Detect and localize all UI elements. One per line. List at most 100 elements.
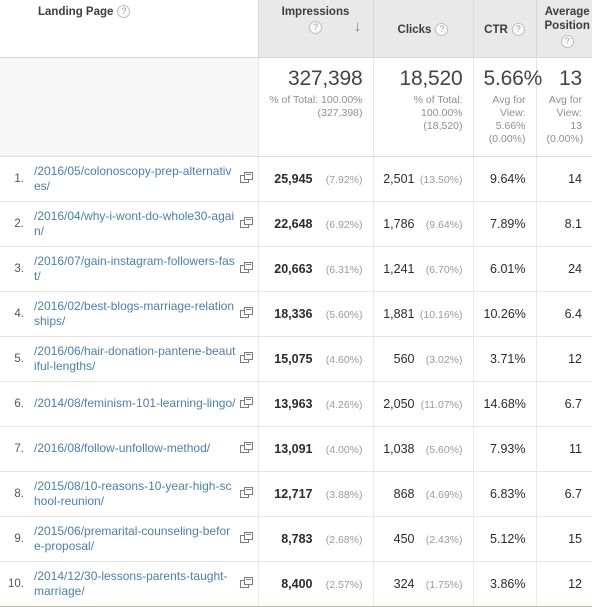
summary-impressions-cell: 327,398 % of Total: 100.00% (327,398): [257, 57, 373, 157]
row-ctr-cell: 7.93%: [472, 426, 536, 472]
help-icon-clicks[interactable]: ?: [435, 23, 449, 37]
row-landing-page-cell: /2014/12/30-lessons-parents-taught-marri…: [30, 561, 259, 607]
summary-landing-page-cell: [30, 57, 259, 157]
landing-page-link[interactable]: /2016/05/colonoscopy-prep-alternatives/: [34, 164, 236, 194]
row-landing-page-cell: /2016/06/hair-donation-pantene-beautiful…: [30, 336, 259, 382]
row-impressions-cell: 8,400 (2.57%): [257, 561, 373, 607]
row-ctr-cell: 10.26%: [472, 291, 536, 337]
row-clicks-value: 2,050: [383, 396, 415, 411]
help-icon-impressions[interactable]: ?: [309, 21, 322, 34]
row-clicks-cell: 2,501 (13.50%): [372, 156, 473, 202]
column-header-ctr[interactable]: CTR?: [472, 0, 536, 58]
open-in-new-window-icon[interactable]: [239, 396, 254, 411]
row-index: 4.: [0, 291, 30, 337]
open-in-new-window-icon[interactable]: [239, 171, 254, 186]
row-index: 5.: [0, 336, 30, 382]
row-impressions-value: 8,400: [281, 576, 313, 591]
landing-page-link[interactable]: /2014/12/30-lessons-parents-taught-marri…: [34, 569, 236, 599]
open-in-new-window-icon[interactable]: [239, 486, 254, 501]
row-clicks-value: 324: [393, 576, 415, 591]
row-clicks-cell: 1,038 (5.60%): [372, 426, 473, 472]
row-ctr-value: 9.64%: [490, 171, 526, 186]
column-header-average-position[interactable]: Average Position ?: [535, 0, 592, 58]
open-in-new-window-icon[interactable]: [239, 351, 254, 366]
column-header-impressions[interactable]: Impressions ? ↓: [257, 0, 373, 58]
row-clicks-percent: (3.02%): [425, 353, 463, 366]
landing-page-link[interactable]: /2016/07/gain-instagram-followers-fast/: [34, 254, 236, 284]
row-clicks-percent: (10.16%): [419, 308, 463, 321]
row-clicks-percent: (13.50%): [419, 173, 463, 186]
column-header-impressions-label: Impressions: [281, 6, 350, 18]
row-average-position-value: 11: [569, 441, 582, 456]
row-impressions-percent: (5.60%): [325, 308, 363, 321]
row-impressions-percent: (2.57%): [325, 578, 363, 591]
row-ctr-value: 3.86%: [490, 576, 526, 591]
row-index: 10.: [0, 561, 30, 607]
column-header-landing-page[interactable]: Landing Page?: [30, 0, 258, 58]
open-in-new-window-icon[interactable]: [239, 216, 254, 231]
row-impressions-cell: 13,091 (4.00%): [257, 426, 373, 472]
row-clicks-value: 560: [393, 351, 415, 366]
help-icon-average-position[interactable]: ?: [560, 35, 574, 48]
help-icon-landing-page[interactable]: ?: [117, 5, 131, 19]
row-ctr-value: 6.01%: [490, 261, 526, 276]
summary-ctr-value: 5.66%: [483, 66, 543, 90]
row-clicks-cell: 560 (3.02%): [372, 336, 473, 382]
landing-page-link[interactable]: /2014/08/feminism-101-learning-lingo/: [34, 396, 236, 411]
row-landing-page-cell: /2016/02/best-blogs-marriage-relationshi…: [30, 291, 259, 337]
row-clicks-value: 450: [393, 531, 415, 546]
column-header-clicks[interactable]: Clicks?: [372, 0, 473, 58]
row-average-position-value: 8.1: [564, 216, 582, 231]
open-in-new-window-icon[interactable]: [239, 576, 254, 591]
table-row: 9. /2015/06/premarital-counseling-before…: [0, 516, 592, 562]
column-header-clicks-label: Clicks: [397, 24, 432, 36]
column-header-index: [0, 0, 30, 58]
landing-page-link[interactable]: /2016/04/why-i-wont-do-whole30-again/: [34, 209, 236, 239]
row-average-position-value: 14: [568, 171, 582, 186]
row-index: 6.: [0, 381, 30, 427]
sort-descending-icon[interactable]: ↓: [351, 18, 365, 36]
row-ctr-value: 3.71%: [490, 351, 526, 366]
row-impressions-cell: 15,075 (4.60%): [257, 336, 373, 382]
row-clicks-cell: 324 (1.75%): [372, 561, 473, 607]
summary-impressions-subtext: % of Total: 100.00% (327,398): [269, 93, 363, 119]
table-row: 4. /2016/02/best-blogs-marriage-relation…: [0, 291, 592, 337]
row-average-position-value: 6.4: [564, 306, 582, 321]
row-ctr-cell: 5.12%: [472, 516, 536, 562]
table-row: 5. /2016/06/hair-donation-pantene-beauti…: [0, 336, 592, 382]
row-impressions-percent: (3.88%): [325, 488, 363, 501]
table-row: 8. /2015/08/10-reasons-10-year-high-scho…: [0, 471, 592, 517]
landing-page-link[interactable]: /2015/06/premarital-counseling-before-pr…: [34, 524, 236, 554]
row-landing-page-cell: /2016/08/follow-unfollow-method/: [30, 426, 259, 472]
row-ctr-cell: 14.68%: [472, 381, 536, 427]
row-clicks-value: 1,881: [383, 306, 415, 321]
row-ctr-cell: 3.86%: [472, 561, 536, 607]
summary-clicks-value: 18,520: [399, 66, 463, 90]
row-impressions-cell: 18,336 (5.60%): [257, 291, 373, 337]
row-ctr-value: 14.68%: [483, 396, 526, 411]
row-average-position-cell: 6.7: [535, 381, 592, 427]
open-in-new-window-icon[interactable]: [239, 531, 254, 546]
open-in-new-window-icon[interactable]: [239, 306, 254, 321]
row-impressions-percent: (6.92%): [325, 218, 363, 231]
row-impressions-value: 25,945: [274, 171, 313, 186]
row-impressions-cell: 25,945 (7.92%): [257, 156, 373, 202]
row-average-position-value: 6.7: [564, 396, 582, 411]
summary-clicks-subtext: % of Total: 100.00% (18,520): [413, 93, 463, 132]
row-ctr-value: 5.12%: [490, 531, 526, 546]
landing-page-link[interactable]: /2016/08/follow-unfollow-method/: [34, 441, 236, 456]
row-index: 2.: [0, 201, 30, 247]
landing-page-link[interactable]: /2016/06/hair-donation-pantene-beautiful…: [34, 344, 236, 374]
table-row: 2. /2016/04/why-i-wont-do-whole30-again/…: [0, 201, 592, 247]
summary-average-position-value: 13: [559, 66, 582, 90]
landing-page-link[interactable]: /2016/02/best-blogs-marriage-relationshi…: [34, 299, 236, 329]
table-row: 10. /2014/12/30-lessons-parents-taught-m…: [0, 561, 592, 607]
help-icon-ctr[interactable]: ?: [511, 23, 525, 37]
row-impressions-value: 22,648: [274, 216, 313, 231]
summary-average-position-cell: 13 Avg for View: 13 (0.00%): [535, 57, 592, 157]
landing-page-link[interactable]: /2015/08/10-reasons-10-year-high-school-…: [34, 479, 236, 509]
open-in-new-window-icon[interactable]: [239, 441, 254, 456]
summary-ctr-subtext: Avg for View: 5.66% (0.00%): [488, 93, 526, 145]
row-impressions-value: 12,717: [274, 486, 313, 501]
open-in-new-window-icon[interactable]: [239, 261, 254, 276]
